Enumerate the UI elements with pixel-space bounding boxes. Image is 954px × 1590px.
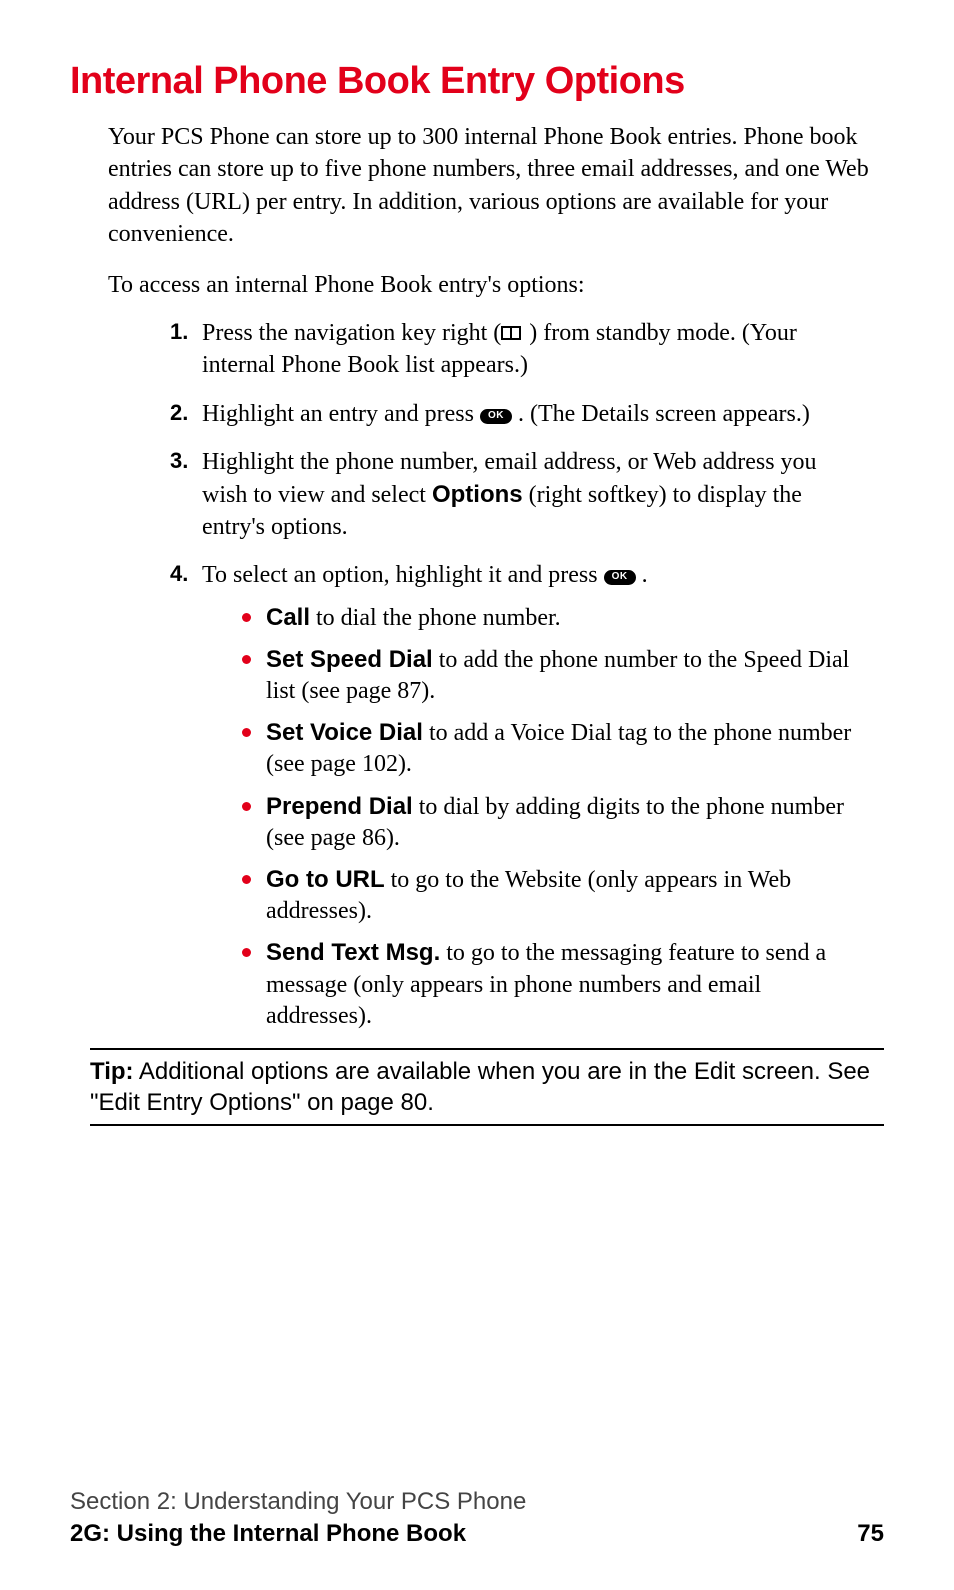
bullet-call: Call to dial the phone number. [240,602,864,634]
bullet-set-speed-dial: Set Speed Dial to add the phone number t… [240,644,864,707]
lead-text: To access an internal Phone Book entry's… [108,269,884,301]
bullet-label: Send Text Msg. [266,939,440,966]
intro-paragraph: Your PCS Phone can store up to 300 inter… [108,121,884,251]
step-3: 3. Highlight the phone number, email add… [170,446,864,543]
step-number: 3. [170,446,188,476]
bullet-label: Call [266,604,310,631]
step-text-a: Press the navigation key right ( [202,320,501,346]
bullet-go-to-url: Go to URL to go to the Website (only app… [240,864,864,927]
step-number: 1. [170,317,188,347]
bullet-set-voice-dial: Set Voice Dial to add a Voice Dial tag t… [240,717,864,780]
bullet-text: to dial the phone number. [310,605,561,631]
bullet-label: Go to URL [266,866,385,893]
navigation-right-icon [501,324,529,342]
page-number: 75 [857,1520,884,1548]
step-text-b: . (The Details screen appears.) [518,401,810,427]
tip-text: Additional options are available when yo… [90,1058,870,1116]
options-label: Options [432,481,523,508]
step-4: 4. To select an option, highlight it and… [170,559,864,1032]
bullet-send-text-msg: Send Text Msg. to go to the messaging fe… [240,937,864,1032]
page-heading: Internal Phone Book Entry Options [70,60,884,103]
page-footer: Section 2: Understanding Your PCS Phone … [70,1488,884,1548]
steps-list: 1. Press the navigation key right () fro… [170,317,864,1032]
step-text-a: Highlight an entry and press [202,401,480,427]
ok-button-icon: OK [480,409,512,424]
bullet-label: Set Speed Dial [266,646,433,673]
bullet-label: Set Voice Dial [266,719,423,746]
ok-button-icon: OK [604,570,636,585]
bullet-label: Prepend Dial [266,793,413,820]
step-1: 1. Press the navigation key right () fro… [170,317,864,382]
option-bullets: Call to dial the phone number. Set Speed… [240,602,864,1032]
step-text-b: . [642,562,648,588]
tip-label: Tip: [90,1058,134,1085]
footer-section: Section 2: Understanding Your PCS Phone [70,1488,884,1516]
tip-box: Tip: Additional options are available wh… [90,1048,884,1126]
step-number: 2. [170,398,188,428]
step-text-a: To select an option, highlight it and pr… [202,562,604,588]
bullet-prepend-dial: Prepend Dial to dial by adding digits to… [240,791,864,854]
footer-chapter: 2G: Using the Internal Phone Book [70,1520,466,1548]
step-number: 4. [170,559,188,589]
step-2: 2. Highlight an entry and press OK . (Th… [170,398,864,430]
